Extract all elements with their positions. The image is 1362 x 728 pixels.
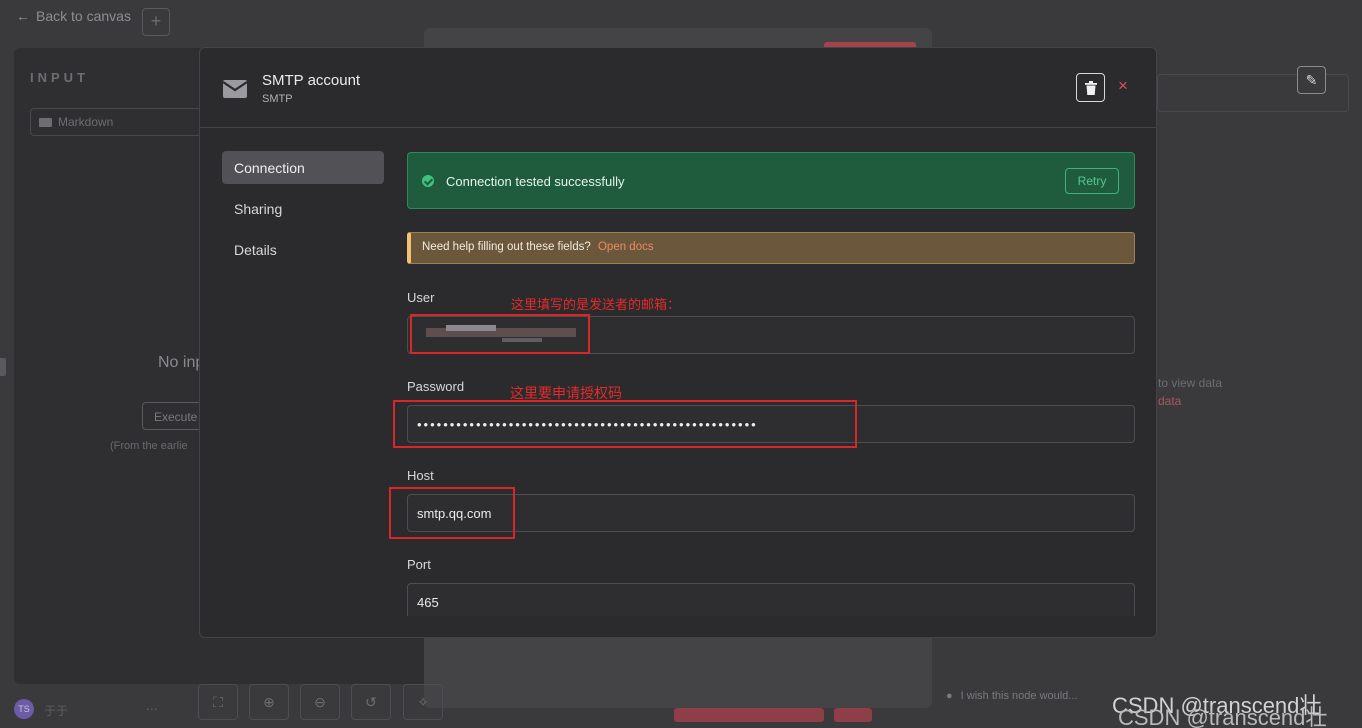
fit-view-button[interactable]: ⛶ (198, 684, 238, 720)
earliest-node-hint: (From the earlie (110, 440, 188, 452)
avatar[interactable]: TS (14, 699, 34, 719)
tab-sharing[interactable]: Sharing (222, 192, 384, 225)
execute-options-button[interactable] (834, 708, 872, 722)
host-label: Host (407, 468, 434, 483)
zoom-out-icon: ⊖ (314, 694, 326, 710)
reset-zoom-button[interactable]: ↺ (351, 684, 391, 720)
delete-credential-button[interactable] (1076, 73, 1105, 102)
modal-title: SMTP account (262, 72, 361, 89)
user-menu-button[interactable]: ... (146, 697, 158, 713)
tidy-up-button[interactable]: ✧ (403, 684, 443, 720)
feedback-link[interactable]: ● I wish this node would... (946, 690, 1077, 702)
zoom-in-button[interactable]: ⊕ (249, 684, 289, 720)
modal-subtitle: SMTP (262, 93, 293, 105)
zoom-out-button[interactable]: ⊖ (300, 684, 340, 720)
user-highlight-box (410, 314, 590, 354)
credential-modal: SMTP account SMTP × Connection Sharing D… (199, 47, 1157, 638)
host-field[interactable]: smtp.qq.com (407, 494, 1135, 532)
reset-icon: ↺ (365, 694, 377, 710)
modal-footer (200, 616, 1156, 637)
zoom-in-icon: ⊕ (263, 694, 275, 710)
lightbulb-icon: ● (946, 690, 953, 702)
user-name: 于于 (44, 704, 69, 718)
password-label: Password (407, 379, 465, 394)
view-data-hint: to view data (1158, 376, 1223, 390)
fit-view-icon: ⛶ (213, 694, 223, 710)
host-highlight-box (389, 487, 515, 539)
tab-details[interactable]: Details (222, 233, 384, 266)
tidy-icon: ✧ (417, 694, 429, 710)
watermark-shadow: CSDN @transcend壮 (1118, 705, 1328, 728)
edit-output-button[interactable]: ✎ (1297, 66, 1326, 94)
markdown-icon (39, 117, 52, 127)
success-message: Connection tested successfully (446, 174, 625, 189)
execute-workflow-button[interactable] (674, 708, 824, 722)
retry-button[interactable]: Retry (1065, 168, 1119, 194)
panel-drag-handle[interactable] (0, 358, 6, 376)
input-panel-title: INPUT (30, 70, 89, 85)
user-label: User (407, 290, 435, 305)
trash-icon (1084, 80, 1097, 95)
redacted-email-part (502, 338, 542, 342)
user-annotation: 这里填写的是发送者的邮箱： (511, 297, 681, 312)
help-banner: Need help filling out these fields? Open… (407, 232, 1135, 264)
feedback-label: I wish this node would... (960, 690, 1078, 702)
markdown-toggle[interactable]: Markdown (30, 108, 210, 136)
back-to-canvas-link[interactable]: ← Back to canvas (16, 8, 131, 24)
no-input-text: No inp (158, 354, 205, 371)
check-circle-icon (422, 175, 434, 187)
redacted-email-part (446, 325, 496, 331)
markdown-label: Markdown (58, 115, 114, 129)
add-node-button[interactable]: + (142, 8, 170, 36)
view-data-link[interactable]: data (1158, 394, 1181, 408)
help-text: Need help filling out these fields? (422, 241, 591, 253)
open-docs-link[interactable]: Open docs (598, 241, 654, 253)
connection-success-banner: Connection tested successfully Retry (407, 152, 1135, 209)
mail-icon (222, 80, 248, 98)
modal-header: SMTP account SMTP × (200, 48, 1156, 128)
password-highlight-box (393, 400, 857, 448)
close-icon[interactable]: × (1118, 76, 1128, 96)
pencil-icon: ✎ (1305, 72, 1318, 88)
arrow-left-icon: ← (16, 8, 30, 24)
tab-connection[interactable]: Connection (222, 151, 384, 184)
port-label: Port (407, 557, 431, 572)
back-to-canvas-label: Back to canvas (36, 8, 131, 24)
